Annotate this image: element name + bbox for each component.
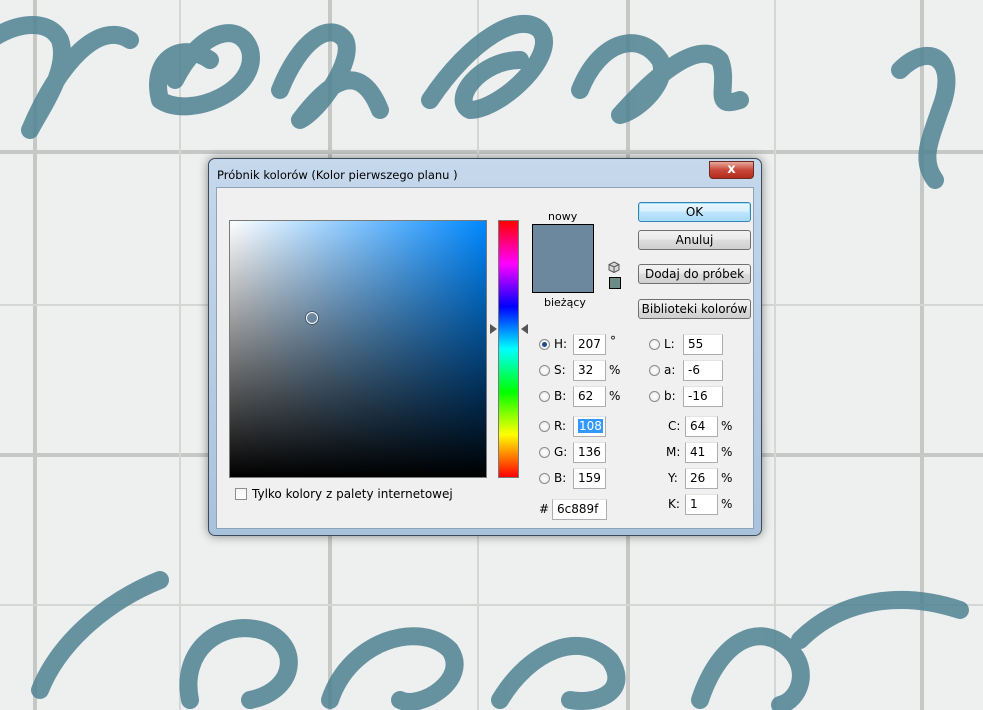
- dialog-body: nowy bieżący OK Anuluj Dodaj do próbek B…: [216, 187, 754, 529]
- color-field-picker-ring[interactable]: [306, 312, 318, 324]
- a-label: a:: [664, 363, 676, 377]
- hue-slider-right-arrow-icon[interactable]: [521, 324, 528, 334]
- gamut-warning-swatch[interactable]: [609, 277, 621, 289]
- l-label: L:: [664, 337, 675, 351]
- hue-slider-left-arrow-icon[interactable]: [490, 324, 497, 334]
- y-label: Y:: [668, 471, 678, 485]
- hex-field[interactable]: 6c889f: [552, 499, 607, 520]
- hex-label: #: [539, 502, 550, 516]
- m-unit: %: [721, 445, 733, 459]
- l-field[interactable]: 55: [683, 334, 723, 355]
- radio-brightness[interactable]: [539, 391, 550, 402]
- s-label: S:: [554, 363, 566, 377]
- c-label: C:: [668, 419, 681, 433]
- new-current-swatch: [532, 224, 594, 293]
- radio-blue[interactable]: [539, 473, 550, 484]
- radio-a[interactable]: [649, 365, 660, 376]
- k-unit: %: [721, 497, 733, 511]
- new-color-label: nowy: [548, 210, 578, 223]
- h-label: H:: [554, 337, 568, 351]
- radio-h[interactable]: [539, 339, 550, 350]
- m-label: M:: [666, 445, 681, 459]
- c-unit: %: [721, 419, 733, 433]
- radio-g[interactable]: [539, 447, 550, 458]
- lab-b-label: b:: [664, 389, 676, 403]
- color-picker-dialog: Próbnik kolorów (Kolor pierwszego planu …: [208, 158, 762, 536]
- dialog-title: Próbnik kolorów (Kolor pierwszego planu …: [217, 168, 458, 182]
- brightness-field[interactable]: 62: [573, 386, 606, 407]
- add-to-swatches-button[interactable]: Dodaj do próbek: [638, 264, 751, 284]
- r-label: R:: [554, 419, 567, 433]
- h-unit: °: [610, 334, 616, 348]
- color-field[interactable]: [229, 220, 487, 478]
- current-color-label: bieżący: [544, 296, 586, 309]
- k-label: K:: [668, 497, 680, 511]
- radio-s[interactable]: [539, 365, 550, 376]
- radio-lab-b[interactable]: [649, 391, 660, 402]
- s-field[interactable]: 32: [573, 360, 606, 381]
- g-field[interactable]: 136: [573, 442, 606, 463]
- brightness-label: B:: [554, 389, 567, 403]
- close-icon[interactable]: x: [709, 161, 754, 179]
- h-field[interactable]: 207: [573, 334, 606, 355]
- y-field[interactable]: 26: [685, 468, 718, 489]
- radio-r[interactable]: [539, 421, 550, 432]
- lab-b-field[interactable]: -16: [683, 386, 723, 407]
- s-unit: %: [609, 363, 621, 377]
- web-colors-only-label: Tylko kolory z palety internetowej: [252, 487, 453, 501]
- c-field[interactable]: 64: [685, 416, 718, 437]
- r-field-selected-text: 108: [578, 419, 603, 433]
- r-field[interactable]: 108: [573, 416, 606, 437]
- radio-l[interactable]: [649, 339, 660, 350]
- m-field[interactable]: 41: [685, 442, 718, 463]
- color-libraries-button[interactable]: Biblioteki kolorów: [638, 299, 751, 319]
- blue-field[interactable]: 159: [573, 468, 606, 489]
- web-colors-only-checkbox[interactable]: [235, 488, 247, 500]
- a-field[interactable]: -6: [683, 360, 723, 381]
- brightness-unit: %: [609, 389, 621, 403]
- ok-button[interactable]: OK: [638, 202, 751, 222]
- cancel-button[interactable]: Anuluj: [638, 230, 751, 250]
- cube-icon[interactable]: [608, 261, 620, 273]
- k-field[interactable]: 1: [685, 494, 718, 515]
- y-unit: %: [721, 471, 733, 485]
- g-label: G:: [554, 445, 568, 459]
- blue-label: B:: [554, 471, 567, 485]
- hue-slider[interactable]: [498, 220, 519, 478]
